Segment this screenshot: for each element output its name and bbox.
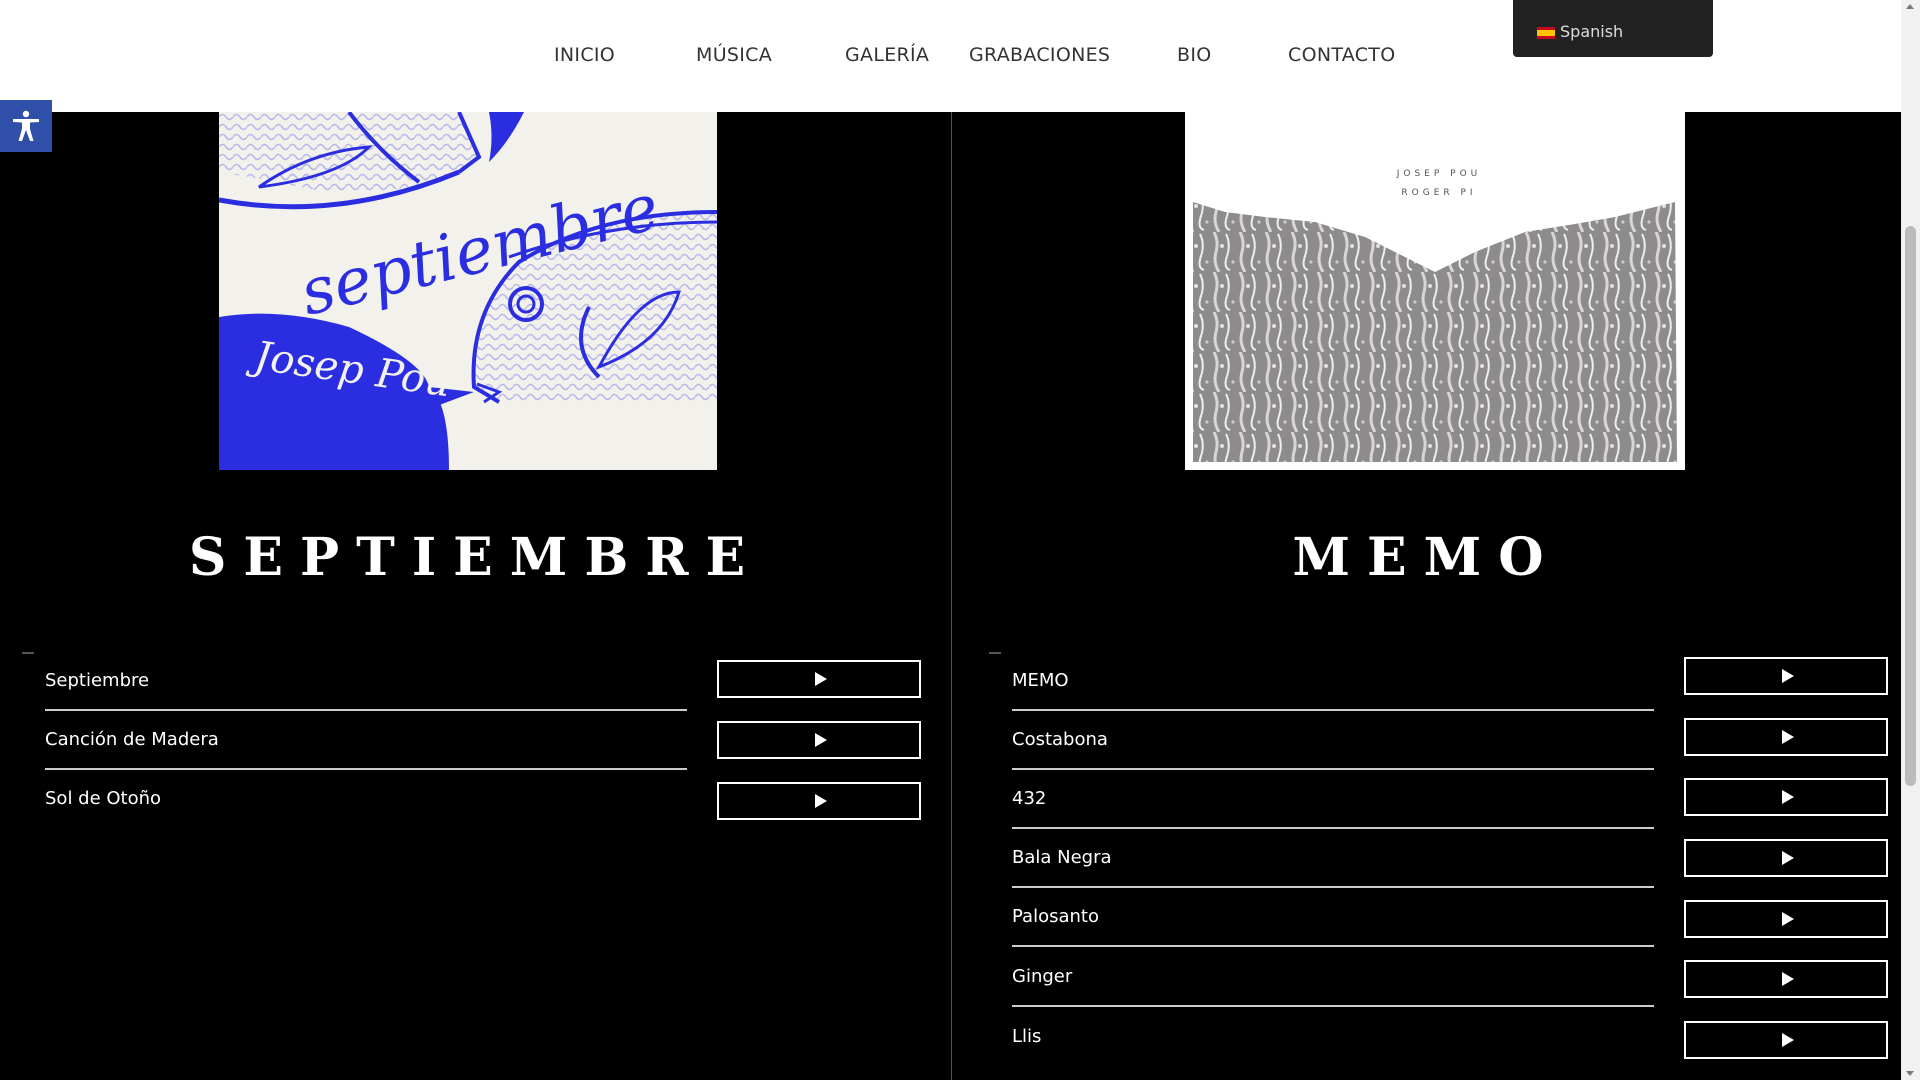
track-divider (1012, 827, 1654, 829)
track-divider (1012, 1005, 1654, 1007)
language-switcher[interactable]: Spanish (1513, 0, 1713, 57)
play-icon (1782, 912, 1794, 926)
album-title-memo: MEMO (1292, 527, 1561, 588)
play-button[interactable] (1684, 778, 1888, 816)
track-name: Canción de Madera (45, 729, 219, 750)
play-icon (1782, 1033, 1794, 1047)
spain-flag-icon (1537, 27, 1555, 39)
play-button[interactable] (1684, 960, 1888, 998)
language-label: Spanish (1560, 22, 1624, 41)
nav-inicio[interactable]: INICIO (554, 44, 615, 66)
track-divider (1012, 886, 1654, 888)
accessibility-button[interactable] (0, 100, 52, 152)
album-title-septiembre: SEPTIEMBRE (188, 527, 763, 588)
column-divider (951, 112, 952, 1080)
play-button[interactable] (717, 660, 921, 698)
septiembre-cover-image: septiembre Josep Pou (219, 112, 717, 470)
play-button[interactable] (1684, 657, 1888, 695)
play-button[interactable] (717, 782, 921, 820)
play-button[interactable] (1684, 718, 1888, 756)
nav-galeria[interactable]: GALERÍA (845, 44, 929, 66)
cover-artist-1: JOSEP POU (1396, 169, 1482, 179)
play-icon (1782, 972, 1794, 986)
cover-artist-2: ROGER PI (1401, 188, 1476, 198)
nav-grabaciones[interactable]: GRABACIONES (969, 44, 1110, 66)
track-divider (45, 768, 687, 770)
scroll-down-arrow-icon[interactable] (1906, 1071, 1914, 1076)
play-icon (815, 672, 827, 686)
accessibility-icon (13, 110, 39, 141)
nav-musica[interactable]: MÚSICA (696, 44, 772, 66)
track-name: Septiembre (45, 670, 150, 691)
page-scrollbar[interactable] (1901, 0, 1920, 1080)
play-button[interactable] (1684, 1021, 1888, 1059)
play-button[interactable] (717, 721, 921, 759)
track-name: Costabona (1012, 729, 1108, 750)
play-button[interactable] (1684, 839, 1888, 877)
memo-cover-image: JOSEP POU ROGER PI (1185, 112, 1685, 470)
play-icon (1782, 669, 1794, 683)
track-divider (1012, 945, 1654, 947)
track-divider (45, 709, 687, 711)
nav-bio[interactable]: BIO (1177, 44, 1212, 66)
track-name: Ginger (1012, 966, 1073, 987)
tracklist-marker (22, 652, 34, 654)
track-name: Palosanto (1012, 906, 1099, 927)
nav-contacto[interactable]: CONTACTO (1288, 44, 1395, 66)
track-name: Sol de Otoño (45, 788, 162, 809)
track-name: 432 (1012, 788, 1047, 809)
play-icon (815, 794, 827, 808)
play-icon (1782, 790, 1794, 804)
scrollbar-thumb[interactable] (1905, 226, 1916, 786)
track-name: Llis (1012, 1026, 1042, 1047)
play-icon (1782, 851, 1794, 865)
scroll-up-arrow-icon[interactable] (1906, 4, 1914, 9)
track-divider (1012, 709, 1654, 711)
track-name: Bala Negra (1012, 847, 1112, 868)
tracklist-marker (989, 652, 1001, 654)
play-button[interactable] (1684, 900, 1888, 938)
track-name: MEMO (1012, 670, 1069, 691)
track-divider (1012, 768, 1654, 770)
play-icon (815, 733, 827, 747)
play-icon (1782, 730, 1794, 744)
